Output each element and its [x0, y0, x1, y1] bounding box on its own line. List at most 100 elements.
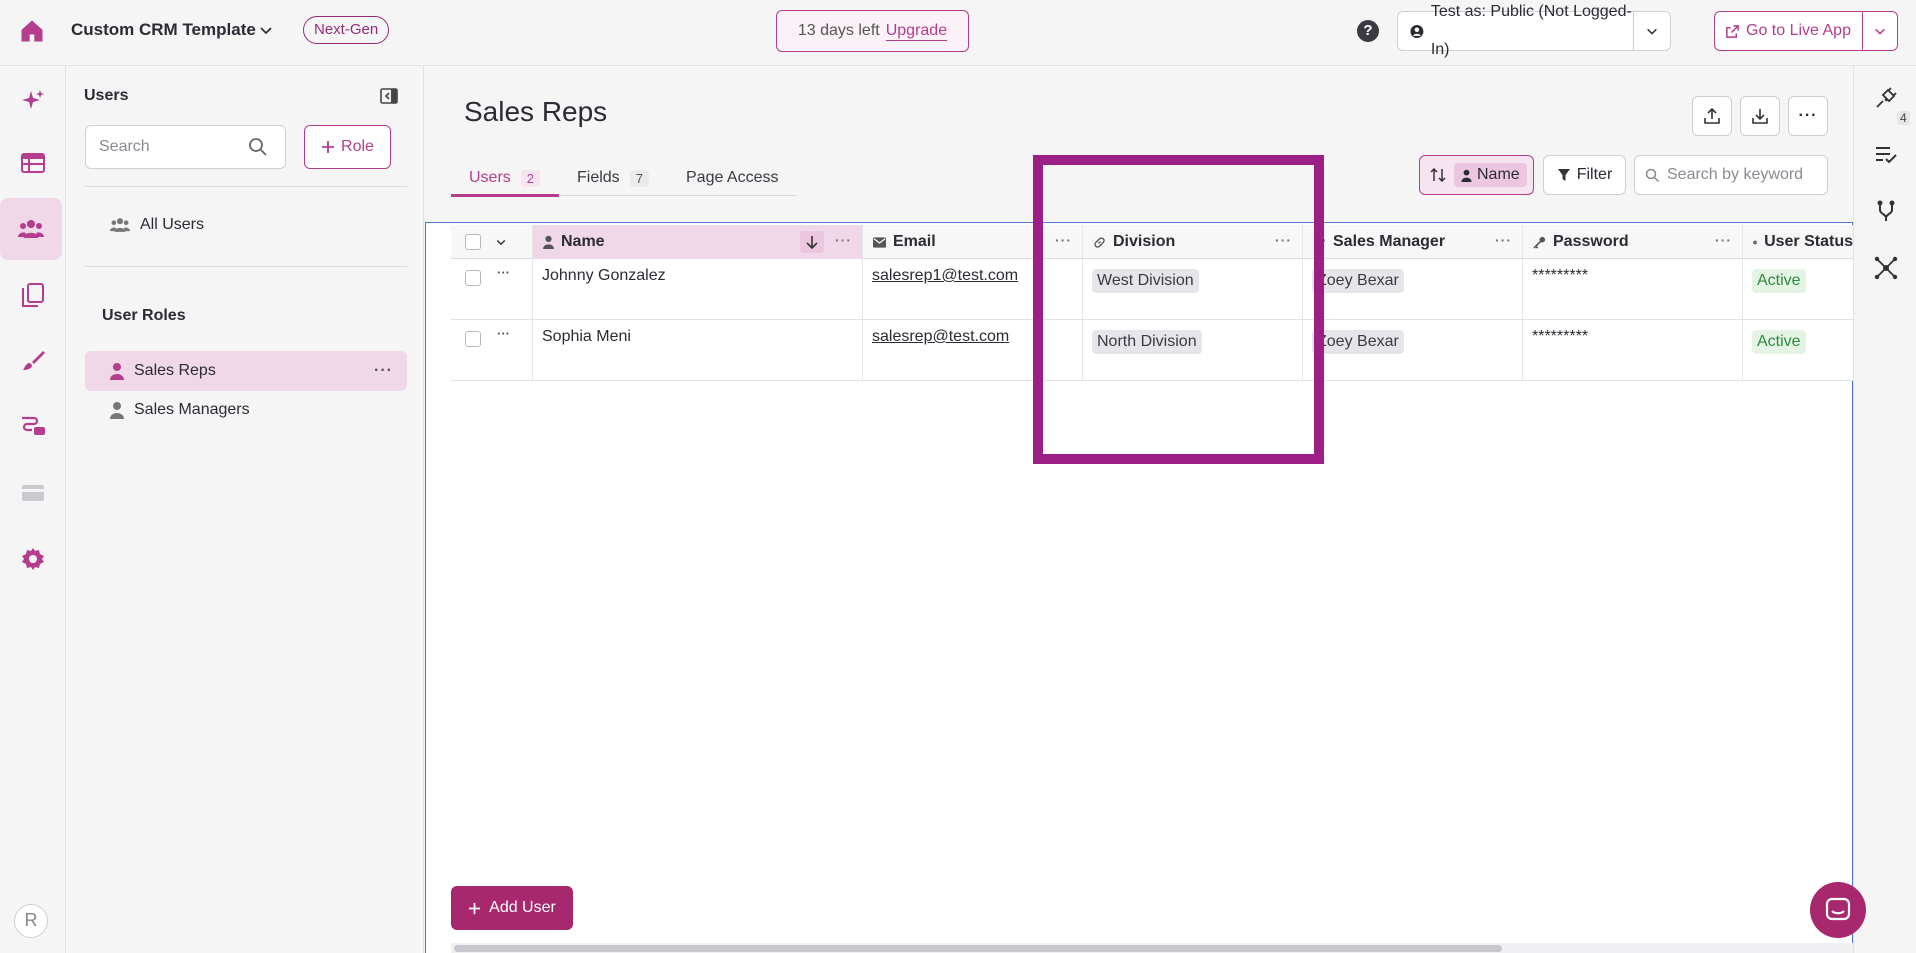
- row-menu-icon[interactable]: ···: [497, 326, 510, 341]
- brush-icon[interactable]: [11, 339, 55, 383]
- role-label: Sales Reps: [134, 362, 216, 379]
- plus-icon: [322, 141, 335, 153]
- go-live-label: Go to Live App: [1746, 22, 1851, 39]
- download-icon: [1752, 109, 1768, 124]
- user-icon: [1461, 169, 1472, 182]
- sort-field-label: Name: [1477, 166, 1520, 183]
- chevron-down-icon: [1875, 28, 1885, 35]
- user-icon: [110, 402, 124, 419]
- cell-password[interactable]: *********: [1523, 320, 1743, 380]
- column-label: Password: [1553, 233, 1629, 250]
- user-roles-heading: User Roles: [102, 307, 186, 324]
- tab-count: 2: [520, 169, 541, 187]
- tab-users[interactable]: Users 2: [469, 160, 541, 196]
- sort-button[interactable]: Name: [1419, 155, 1534, 195]
- chat-launcher-icon[interactable]: [1810, 882, 1866, 938]
- test-as-dropdown[interactable]: [1633, 11, 1671, 51]
- next-gen-badge[interactable]: Next-Gen: [303, 16, 390, 44]
- tab-fields[interactable]: Fields 7: [577, 160, 649, 196]
- role-button-label: Role: [341, 138, 374, 155]
- sort-icon: [1430, 167, 1446, 183]
- scrollbar-thumb[interactable]: [454, 945, 1502, 952]
- column-menu-icon[interactable]: ···: [835, 232, 852, 248]
- branch-icon[interactable]: [1872, 197, 1900, 225]
- external-link-icon: [1726, 24, 1739, 38]
- chevron-down-icon[interactable]: [495, 236, 507, 248]
- sort-desc-icon[interactable]: [800, 231, 824, 253]
- email-link[interactable]: salesrep1@test.com: [872, 267, 1018, 284]
- tab-label: Page Access: [686, 169, 779, 186]
- manager-tag[interactable]: Zoey Bexar: [1312, 269, 1404, 293]
- all-users-item[interactable]: All Users: [85, 205, 407, 245]
- settings-icon[interactable]: [11, 537, 55, 581]
- search-icon: [1645, 168, 1660, 183]
- add-role-button[interactable]: Role: [304, 125, 391, 169]
- payments-icon[interactable]: [11, 471, 55, 515]
- all-users-label: All Users: [140, 216, 205, 233]
- row-checkbox[interactable]: [465, 331, 481, 347]
- chevron-down-icon[interactable]: [258, 22, 274, 38]
- panel-title: Users: [84, 87, 129, 104]
- more-actions-button[interactable]: ···: [1788, 96, 1828, 136]
- cell-password[interactable]: *********: [1523, 259, 1743, 319]
- tab-page-access[interactable]: Page Access: [686, 160, 779, 196]
- plug-icon[interactable]: [1872, 84, 1900, 112]
- import-button[interactable]: [1740, 96, 1780, 136]
- cell-name[interactable]: Johnny Gonzalez: [533, 259, 863, 319]
- cell-sales-manager[interactable]: Zoey Bexar: [1303, 320, 1523, 380]
- cell-user-status[interactable]: Active: [1743, 320, 1853, 380]
- pages-icon[interactable]: [11, 273, 55, 317]
- email-link[interactable]: salesrep@test.com: [872, 328, 1009, 345]
- role-item-sales-managers[interactable]: Sales Managers: [85, 390, 407, 430]
- home-icon[interactable]: [18, 17, 46, 45]
- row-checkbox[interactable]: [465, 270, 481, 286]
- divider: [85, 186, 407, 187]
- column-label: Email: [893, 233, 936, 250]
- trial-text: 13 days left: [797, 22, 880, 39]
- column-label: Name: [561, 233, 605, 250]
- page-title: Sales Reps: [464, 96, 608, 127]
- column-label: User Status: [1764, 233, 1853, 250]
- column-header-name[interactable]: Name ···: [533, 225, 863, 259]
- tab-label: Users: [469, 169, 511, 186]
- test-as-button[interactable]: Test as: Public (Not Logged-In): [1397, 3, 1634, 58]
- checklist-icon[interactable]: [1872, 141, 1900, 169]
- search-icon: [248, 137, 268, 157]
- column-menu-icon[interactable]: ···: [1495, 232, 1512, 248]
- cell-name[interactable]: Sophia Meni: [533, 320, 863, 380]
- collapse-panel-icon[interactable]: [380, 88, 398, 104]
- row-menu-icon[interactable]: ···: [497, 265, 510, 280]
- column-header-password[interactable]: Password ···: [1523, 225, 1743, 259]
- sort-field-chip[interactable]: Name: [1454, 163, 1527, 187]
- column-label: Sales Manager: [1333, 233, 1446, 250]
- row-select-cell: ···: [451, 259, 533, 319]
- more-options-icon[interactable]: ···: [374, 362, 393, 380]
- add-user-button[interactable]: Add User: [451, 886, 573, 930]
- go-live-dropdown[interactable]: [1862, 11, 1898, 51]
- help-icon[interactable]: ?: [1357, 20, 1379, 42]
- user-icon: [543, 235, 554, 249]
- network-icon[interactable]: [1872, 254, 1900, 282]
- divider: [85, 266, 407, 267]
- keyword-search-input[interactable]: [1634, 155, 1828, 195]
- cell-user-status[interactable]: Active: [1743, 259, 1853, 319]
- cell-sales-manager[interactable]: Zoey Bexar: [1303, 259, 1523, 319]
- column-header-user-status[interactable]: User Status: [1743, 225, 1853, 259]
- filter-button[interactable]: Filter: [1543, 155, 1626, 195]
- highlight-box: [1033, 155, 1324, 464]
- column-menu-icon[interactable]: ···: [1715, 232, 1732, 248]
- role-item-sales-reps[interactable]: Sales Reps ···: [85, 351, 407, 391]
- export-button[interactable]: [1692, 96, 1732, 136]
- app-title[interactable]: Custom CRM Template: [71, 20, 256, 40]
- user-icon: [110, 363, 124, 380]
- column-header-sales-manager[interactable]: Sales Manager ···: [1303, 225, 1523, 259]
- go-to-live-app-button[interactable]: Go to Live App: [1714, 11, 1864, 51]
- users-icon[interactable]: [0, 198, 62, 260]
- upgrade-link[interactable]: Upgrade: [886, 22, 947, 39]
- manager-tag[interactable]: Zoey Bexar: [1312, 330, 1404, 354]
- select-all-checkbox[interactable]: [465, 234, 481, 250]
- table-icon[interactable]: [11, 141, 55, 185]
- sparkles-icon[interactable]: [11, 78, 55, 122]
- flows-icon[interactable]: [11, 404, 55, 448]
- account-avatar[interactable]: R: [14, 904, 48, 938]
